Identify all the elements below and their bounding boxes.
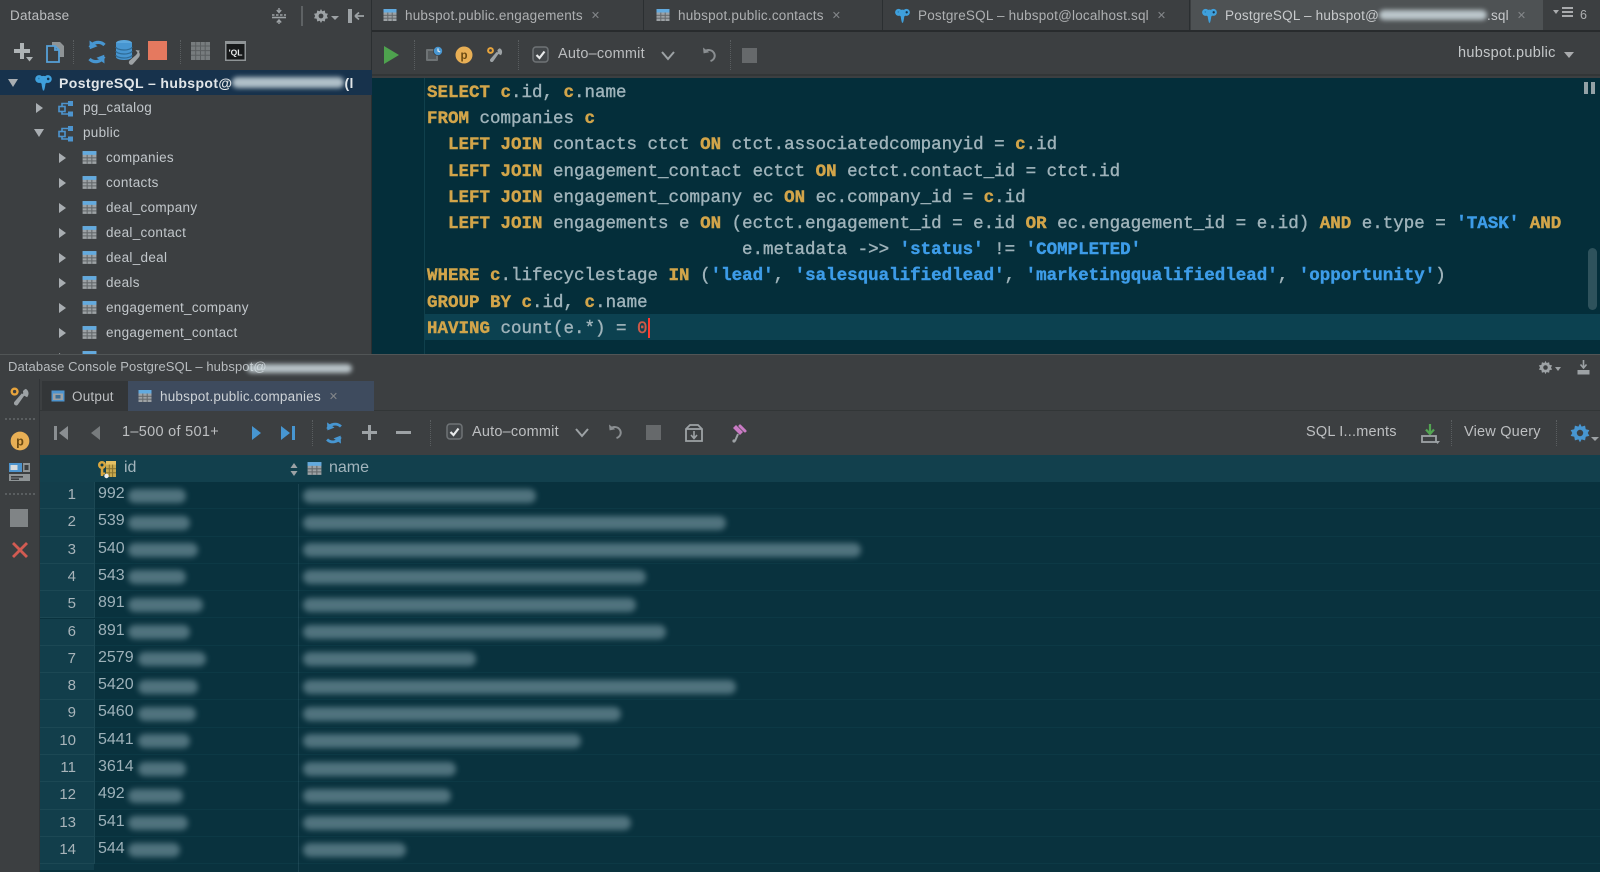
svg-text:'QL: 'QL bbox=[229, 48, 243, 58]
svg-text:p: p bbox=[460, 50, 467, 62]
svg-text:p: p bbox=[16, 435, 24, 449]
